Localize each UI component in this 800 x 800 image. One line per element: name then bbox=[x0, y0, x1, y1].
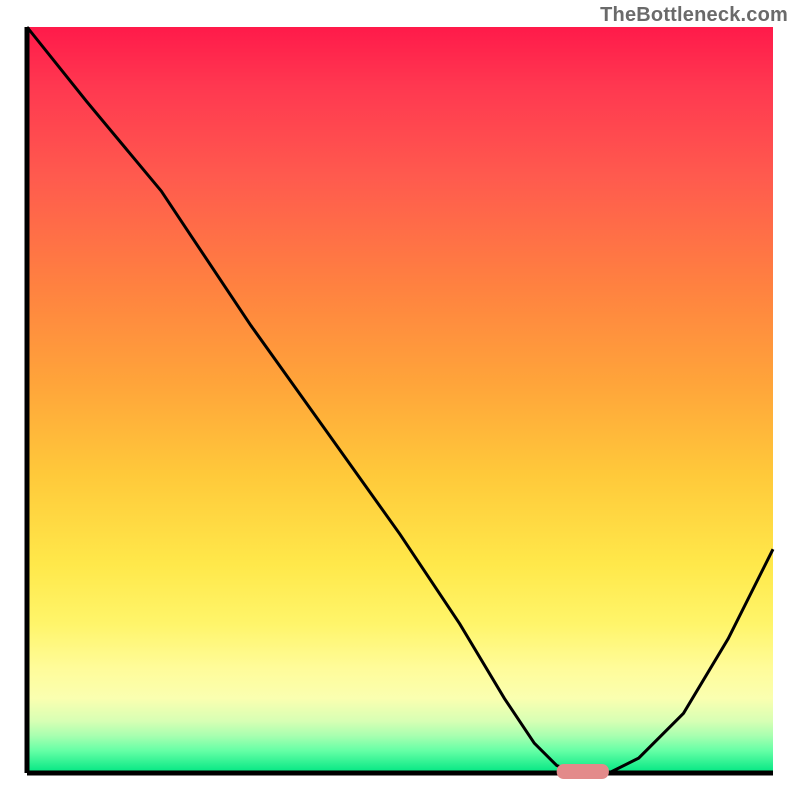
watermark-text: TheBottleneck.com bbox=[600, 4, 788, 27]
gradient-background bbox=[27, 27, 773, 773]
plot-area bbox=[27, 27, 773, 773]
